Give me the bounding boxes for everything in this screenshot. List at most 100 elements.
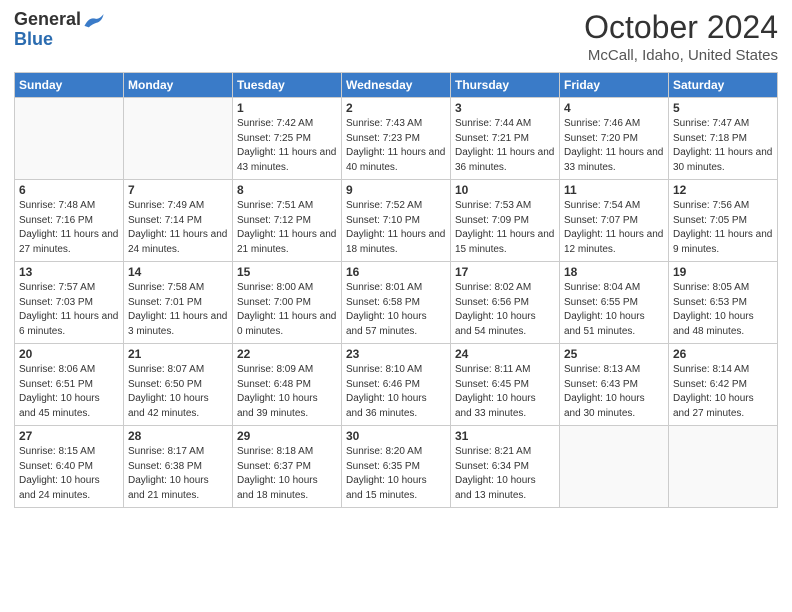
calendar-cell	[669, 426, 778, 508]
day-number: 23	[346, 347, 446, 361]
calendar-cell: 28 Sunrise: 8:17 AM Sunset: 6:38 PM Dayli…	[124, 426, 233, 508]
week-row-4: 20Sunrise: 8:06 AM Sunset: 6:51 PM Dayli…	[15, 344, 778, 426]
day-info: Sunrise: 8:00 AM Sunset: 7:00 PM Dayligh…	[237, 281, 337, 339]
header-row: Sunday Monday Tuesday Wednesday Thursday…	[15, 73, 778, 98]
day-number: 15	[237, 265, 337, 279]
day-info: Sunrise: 7:58 AM Sunset: 7:01 PM Dayligh…	[128, 281, 228, 339]
col-friday: Friday	[560, 73, 669, 98]
calendar-cell: 30Sunrise: 8:20 AM Sunset: 6:35 PM Dayli…	[342, 426, 451, 508]
day-number: 1	[237, 101, 337, 115]
day-info: Sunrise: 8:04 AM Sunset: 6:55 PM Dayligh…	[564, 281, 664, 339]
calendar-cell	[560, 426, 669, 508]
calendar-cell: 27 Sunrise: 8:15 AM Sunset: 6:40 PM Dayli…	[15, 426, 124, 508]
calendar-cell: 2 Sunrise: 7:43 AM Sunset: 7:23 PM Daylig…	[342, 98, 451, 180]
col-tuesday: Tuesday	[233, 73, 342, 98]
day-info: Sunrise: 8:14 AM Sunset: 6:42 PM Dayligh…	[673, 363, 773, 421]
day-info: Sunrise: 7:51 AM Sunset: 7:12 PM Dayligh…	[237, 199, 337, 257]
day-info: Sunrise: 8:21 AM Sunset: 6:34 PM Dayligh…	[455, 445, 555, 503]
calendar-cell: 17 Sunrise: 8:02 AM Sunset: 6:56 PM Dayli…	[451, 262, 560, 344]
day-number: 31	[455, 429, 555, 443]
calendar-cell: 8 Sunrise: 7:51 AM Sunset: 7:12 PM Daylig…	[233, 180, 342, 262]
day-number: 6	[19, 183, 119, 197]
day-number: 9	[346, 183, 446, 197]
week-row-1: 1 Sunrise: 7:42 AM Sunset: 7:25 PM Daylig…	[15, 98, 778, 180]
day-number: 28	[128, 429, 228, 443]
page-container: General Blue October 2024 McCall, Idaho,…	[0, 0, 792, 516]
calendar-cell: 23 Sunrise: 8:10 AM Sunset: 6:46 PM Dayli…	[342, 344, 451, 426]
day-number: 2	[346, 101, 446, 115]
title-block: October 2024 McCall, Idaho, United State…	[584, 10, 778, 64]
calendar-cell	[124, 98, 233, 180]
day-number: 17	[455, 265, 555, 279]
col-monday: Monday	[124, 73, 233, 98]
day-info: Sunrise: 8:02 AM Sunset: 6:56 PM Dayligh…	[455, 281, 555, 339]
day-info: Sunrise: 7:57 AM Sunset: 7:03 PM Dayligh…	[19, 281, 119, 339]
calendar-cell: 7 Sunrise: 7:49 AM Sunset: 7:14 PM Daylig…	[124, 180, 233, 262]
day-info: Sunrise: 8:01 AM Sunset: 6:58 PM Dayligh…	[346, 281, 446, 339]
day-info: Sunrise: 7:47 AM Sunset: 7:18 PM Dayligh…	[673, 117, 773, 175]
calendar-cell: 24Sunrise: 8:11 AM Sunset: 6:45 PM Dayli…	[451, 344, 560, 426]
day-number: 13	[19, 265, 119, 279]
calendar-cell: 9 Sunrise: 7:52 AM Sunset: 7:10 PM Daylig…	[342, 180, 451, 262]
day-number: 30	[346, 429, 446, 443]
logo-blue-text: Blue	[14, 30, 105, 50]
day-number: 26	[673, 347, 773, 361]
calendar-cell: 1 Sunrise: 7:42 AM Sunset: 7:25 PM Daylig…	[233, 98, 342, 180]
calendar-cell: 5 Sunrise: 7:47 AM Sunset: 7:18 PM Daylig…	[669, 98, 778, 180]
logo-bird-icon	[83, 11, 105, 29]
calendar-cell: 20Sunrise: 8:06 AM Sunset: 6:51 PM Dayli…	[15, 344, 124, 426]
calendar-cell: 31 Sunrise: 8:21 AM Sunset: 6:34 PM Dayli…	[451, 426, 560, 508]
day-number: 7	[128, 183, 228, 197]
calendar-cell: 12Sunrise: 7:56 AM Sunset: 7:05 PM Dayli…	[669, 180, 778, 262]
logo-general-text: General	[14, 10, 81, 30]
day-number: 3	[455, 101, 555, 115]
day-info: Sunrise: 7:46 AM Sunset: 7:20 PM Dayligh…	[564, 117, 664, 175]
calendar-cell: 3 Sunrise: 7:44 AM Sunset: 7:21 PM Daylig…	[451, 98, 560, 180]
calendar-cell: 14Sunrise: 7:58 AM Sunset: 7:01 PM Dayli…	[124, 262, 233, 344]
calendar-cell: 21Sunrise: 8:07 AM Sunset: 6:50 PM Dayli…	[124, 344, 233, 426]
day-number: 11	[564, 183, 664, 197]
day-number: 16	[346, 265, 446, 279]
day-number: 22	[237, 347, 337, 361]
logo: General Blue	[14, 10, 105, 50]
day-info: Sunrise: 7:53 AM Sunset: 7:09 PM Dayligh…	[455, 199, 555, 257]
week-row-3: 13 Sunrise: 7:57 AM Sunset: 7:03 PM Dayli…	[15, 262, 778, 344]
day-info: Sunrise: 7:49 AM Sunset: 7:14 PM Dayligh…	[128, 199, 228, 257]
day-number: 20	[19, 347, 119, 361]
calendar-cell: 10Sunrise: 7:53 AM Sunset: 7:09 PM Dayli…	[451, 180, 560, 262]
day-number: 21	[128, 347, 228, 361]
day-info: Sunrise: 8:15 AM Sunset: 6:40 PM Dayligh…	[19, 445, 119, 503]
col-saturday: Saturday	[669, 73, 778, 98]
day-info: Sunrise: 7:56 AM Sunset: 7:05 PM Dayligh…	[673, 199, 773, 257]
month-title: October 2024	[584, 10, 778, 45]
calendar-cell	[15, 98, 124, 180]
calendar-cell: 29Sunrise: 8:18 AM Sunset: 6:37 PM Dayli…	[233, 426, 342, 508]
day-info: Sunrise: 8:17 AM Sunset: 6:38 PM Dayligh…	[128, 445, 228, 503]
day-info: Sunrise: 8:05 AM Sunset: 6:53 PM Dayligh…	[673, 281, 773, 339]
calendar-cell: 11 Sunrise: 7:54 AM Sunset: 7:07 PM Dayli…	[560, 180, 669, 262]
day-info: Sunrise: 7:44 AM Sunset: 7:21 PM Dayligh…	[455, 117, 555, 175]
day-info: Sunrise: 8:10 AM Sunset: 6:46 PM Dayligh…	[346, 363, 446, 421]
day-info: Sunrise: 7:48 AM Sunset: 7:16 PM Dayligh…	[19, 199, 119, 257]
col-wednesday: Wednesday	[342, 73, 451, 98]
day-number: 5	[673, 101, 773, 115]
day-info: Sunrise: 7:42 AM Sunset: 7:25 PM Dayligh…	[237, 117, 337, 175]
day-info: Sunrise: 8:11 AM Sunset: 6:45 PM Dayligh…	[455, 363, 555, 421]
day-info: Sunrise: 7:52 AM Sunset: 7:10 PM Dayligh…	[346, 199, 446, 257]
day-info: Sunrise: 8:09 AM Sunset: 6:48 PM Dayligh…	[237, 363, 337, 421]
calendar-table: Sunday Monday Tuesday Wednesday Thursday…	[14, 72, 778, 508]
day-number: 18	[564, 265, 664, 279]
calendar-cell: 25 Sunrise: 8:13 AM Sunset: 6:43 PM Dayli…	[560, 344, 669, 426]
header: General Blue October 2024 McCall, Idaho,…	[14, 10, 778, 64]
day-info: Sunrise: 8:13 AM Sunset: 6:43 PM Dayligh…	[564, 363, 664, 421]
day-info: Sunrise: 7:43 AM Sunset: 7:23 PM Dayligh…	[346, 117, 446, 175]
calendar-cell: 6 Sunrise: 7:48 AM Sunset: 7:16 PM Daylig…	[15, 180, 124, 262]
day-number: 25	[564, 347, 664, 361]
day-number: 27	[19, 429, 119, 443]
calendar-cell: 16 Sunrise: 8:01 AM Sunset: 6:58 PM Dayli…	[342, 262, 451, 344]
col-thursday: Thursday	[451, 73, 560, 98]
day-number: 19	[673, 265, 773, 279]
col-sunday: Sunday	[15, 73, 124, 98]
day-info: Sunrise: 7:54 AM Sunset: 7:07 PM Dayligh…	[564, 199, 664, 257]
day-number: 8	[237, 183, 337, 197]
